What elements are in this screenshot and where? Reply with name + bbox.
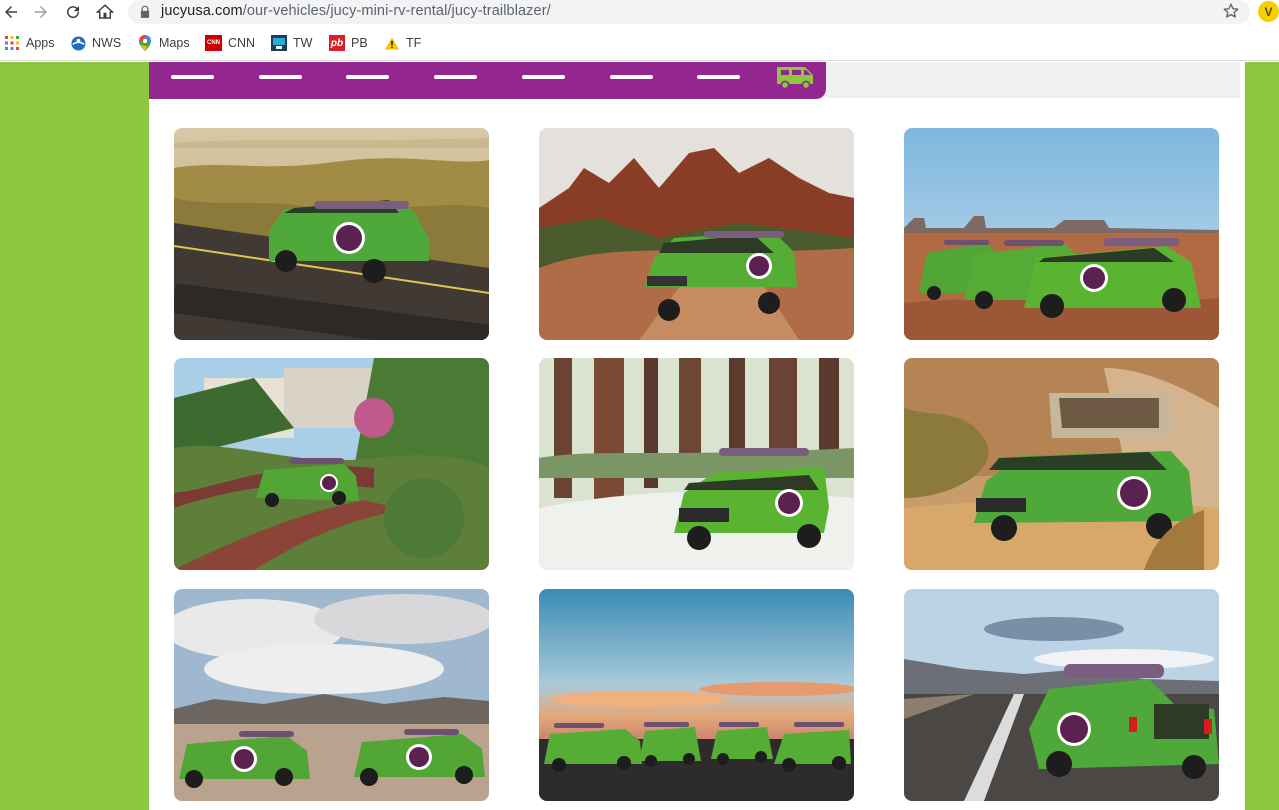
photo bbox=[174, 358, 489, 570]
gallery-photo-1[interactable] bbox=[174, 128, 489, 340]
bookmark-tw[interactable]: TW bbox=[271, 34, 312, 52]
pb-badge-text: pb bbox=[330, 37, 344, 49]
reload-icon[interactable] bbox=[62, 1, 84, 23]
gallery-photo-2[interactable] bbox=[539, 128, 854, 340]
back-icon[interactable] bbox=[0, 1, 22, 23]
bookmark-label: TF bbox=[406, 36, 422, 50]
photo bbox=[904, 128, 1219, 340]
home-icon[interactable] bbox=[94, 1, 116, 23]
extension-letter: V bbox=[1264, 4, 1273, 19]
photo bbox=[904, 358, 1219, 570]
road-dash bbox=[346, 75, 389, 79]
bookmark-label: Apps bbox=[26, 36, 55, 50]
cnn-icon: CNN bbox=[205, 35, 222, 51]
bookmark-label: NWS bbox=[92, 36, 122, 50]
road-dash bbox=[259, 75, 302, 79]
url-text: jucyusa.com/our-vehicles/jucy-mini-rv-re… bbox=[161, 3, 551, 19]
gallery-photo-4[interactable] bbox=[174, 358, 489, 570]
header-strip bbox=[826, 62, 1240, 98]
browser-toolbar: jucyusa.com/our-vehicles/jucy-mini-rv-re… bbox=[0, 0, 1279, 26]
photo bbox=[539, 358, 854, 570]
photo bbox=[539, 589, 854, 801]
photo bbox=[174, 128, 489, 340]
lock-icon[interactable] bbox=[138, 5, 152, 19]
page-background bbox=[0, 62, 1279, 810]
address-bar[interactable]: jucyusa.com/our-vehicles/jucy-mini-rv-re… bbox=[128, 0, 1250, 24]
bookmark-pb[interactable]: pb PB bbox=[329, 34, 368, 52]
gallery-photo-7[interactable] bbox=[174, 589, 489, 801]
road-dash bbox=[610, 75, 653, 79]
bookmark-tf[interactable]: TF bbox=[384, 34, 421, 52]
bookmark-label: CNN bbox=[228, 36, 256, 50]
gallery-photo-3[interactable] bbox=[904, 128, 1219, 340]
url-path: /our-vehicles/jucy-mini-rv-rental/jucy-t… bbox=[242, 3, 551, 19]
gallery-photo-8[interactable] bbox=[539, 589, 854, 801]
gallery-photo-6[interactable] bbox=[904, 358, 1219, 570]
gallery-photo-5[interactable] bbox=[539, 358, 854, 570]
bookmark-maps[interactable]: Maps bbox=[137, 34, 190, 52]
bookmark-label: TW bbox=[293, 36, 313, 50]
road-dash bbox=[697, 75, 740, 79]
road-dash bbox=[522, 75, 565, 79]
apps-grid-icon bbox=[4, 35, 20, 51]
photo bbox=[539, 128, 854, 340]
tw-icon bbox=[271, 35, 287, 51]
maps-pin-icon bbox=[137, 35, 153, 51]
road-dash bbox=[171, 75, 214, 79]
road-dash bbox=[434, 75, 477, 79]
bookmark-label: PB bbox=[351, 36, 368, 50]
bookmark-apps[interactable]: Apps bbox=[4, 34, 55, 52]
bookmark-cnn[interactable]: CNN CNN bbox=[205, 34, 255, 52]
url-host: jucyusa.com bbox=[161, 3, 243, 19]
pb-icon: pb bbox=[329, 35, 345, 51]
van-icon bbox=[777, 67, 813, 90]
cnn-badge-text: CNN bbox=[207, 40, 220, 46]
bookmark-nws[interactable]: NWS bbox=[70, 34, 121, 52]
photo bbox=[174, 589, 489, 801]
nws-icon bbox=[70, 35, 86, 51]
extension-icon[interactable]: V bbox=[1258, 1, 1279, 22]
bookmarks-bar: Apps NWS Maps CNN CNN TW pb PB TF bbox=[0, 28, 1279, 61]
forward-icon[interactable] bbox=[30, 1, 52, 23]
star-icon[interactable] bbox=[1222, 2, 1240, 20]
photo bbox=[904, 589, 1219, 801]
warning-icon bbox=[384, 35, 400, 51]
gallery-photo-9[interactable] bbox=[904, 589, 1219, 801]
bookmark-label: Maps bbox=[159, 36, 190, 50]
road-banner bbox=[149, 62, 826, 99]
